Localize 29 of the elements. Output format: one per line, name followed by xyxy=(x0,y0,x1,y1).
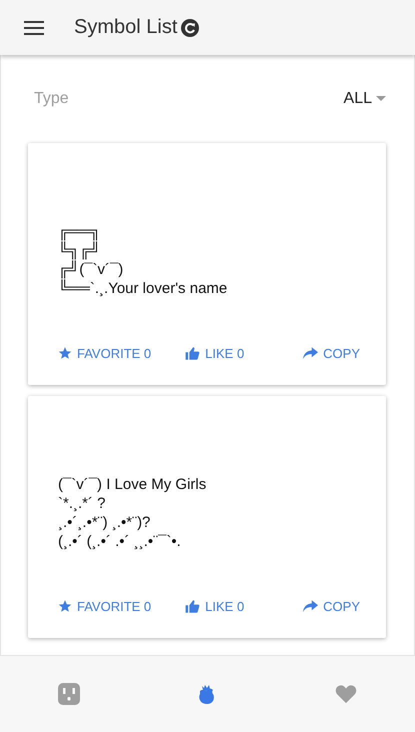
app-title: Symbol List xyxy=(74,16,178,39)
thumbs-up-icon xyxy=(185,346,200,360)
caret-icon xyxy=(376,96,386,102)
copy-button[interactable]: COPY xyxy=(303,346,360,360)
symbol-text-line: ╚╗╔╝ xyxy=(58,241,102,260)
symbol-text-line: `*.¸.*´ ? xyxy=(58,494,107,513)
refresh-icon[interactable] xyxy=(181,18,200,36)
favorite-button[interactable]: FAVORITE 0 xyxy=(58,598,152,614)
thumbs-up-icon xyxy=(185,598,200,614)
symbol-text-line: (¸.•´ (¸.•´ .•´ ¸¸.•¨¯`•. xyxy=(58,532,182,551)
star-icon xyxy=(58,599,72,613)
symbol-text-line: ╚══`.¸.Your lover's name xyxy=(58,279,228,298)
star-icon xyxy=(58,346,72,360)
rose-icon xyxy=(199,683,216,705)
symbol-text-line: (¯`v´¯) I Love My Girls xyxy=(58,475,208,494)
like-button[interactable]: LIKE 0 xyxy=(185,598,244,614)
like-button[interactable]: LIKE 0 xyxy=(185,346,244,360)
favorite-button[interactable]: FAVORITE 0 xyxy=(58,346,152,360)
heart-icon xyxy=(334,684,357,704)
copy-button[interactable]: COPY xyxy=(303,598,360,614)
symbol-text-line: ¸.•´¸.•*¨) ¸.•*¨)? xyxy=(58,513,152,532)
menu-icon[interactable] xyxy=(24,20,44,36)
type-label: Type xyxy=(34,90,69,108)
symbol-text-line: ╔╝(¯`v´¯) xyxy=(58,260,124,279)
share-arrow-icon xyxy=(303,600,318,612)
share-arrow-icon xyxy=(303,346,318,360)
outlet-icon xyxy=(58,683,80,705)
symbol-text-line: ╔══╗ xyxy=(58,222,102,241)
type-dropdown[interactable]: ALL xyxy=(344,90,386,108)
